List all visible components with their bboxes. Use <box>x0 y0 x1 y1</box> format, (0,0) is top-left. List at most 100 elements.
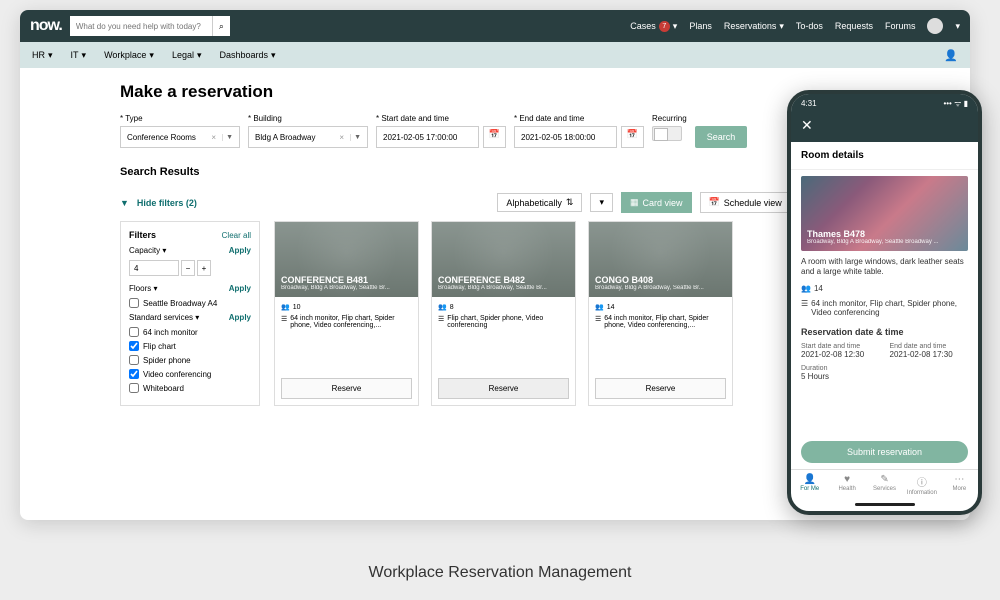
clear-all-link[interactable]: Clear all <box>222 231 251 240</box>
building-select[interactable]: Bldg A Broadway×▼ <box>248 126 368 148</box>
card-view-button[interactable]: ▦Card view <box>621 192 692 213</box>
tab-icon: ⋯ <box>954 474 964 485</box>
apply-capacity[interactable]: Apply <box>229 246 251 255</box>
service-option[interactable]: Whiteboard <box>129 383 251 393</box>
capacity-label[interactable]: Capacity ▾ <box>129 246 166 255</box>
results-toolbar: ▼ Hide filters (2) Alphabetically⇅ ▾ ▦Ca… <box>120 192 870 213</box>
sort-icon: ⇅ <box>566 197 574 208</box>
sub-nav: HR ▾ IT ▾ Workplace ▾ Legal ▾ Dashboards… <box>20 42 970 68</box>
search-button[interactable]: ⌕ <box>212 16 230 36</box>
back-button[interactable]: ✕ <box>791 113 978 142</box>
schedule-view-button[interactable]: 📅Schedule view <box>700 192 791 213</box>
service-option[interactable]: Flip chart <box>129 341 251 351</box>
search-reservations-button[interactable]: Search <box>695 126 748 148</box>
recurring-toggle[interactable] <box>652 126 682 141</box>
avatar-caret[interactable]: ▾ <box>955 21 960 32</box>
subnav-dashboards[interactable]: Dashboards ▾ <box>220 50 276 61</box>
subnav-workplace[interactable]: Workplace ▾ <box>104 50 154 61</box>
floor-option[interactable]: Seattle Broadway A4 <box>129 298 251 308</box>
search-input[interactable] <box>70 16 212 36</box>
clear-icon[interactable]: × <box>208 133 219 142</box>
services-label[interactable]: Standard services ▾ <box>129 313 199 322</box>
phone-tab[interactable]: ✎Services <box>866 474 903 496</box>
people-icon: 👥 <box>281 303 290 311</box>
plus-button[interactable]: + <box>197 260 211 276</box>
room-description: A room with large windows, dark leather … <box>801 257 968 278</box>
figure-caption: Workplace Reservation Management <box>0 564 1000 582</box>
card-capacity: 8 <box>450 304 454 311</box>
nav-requests[interactable]: Requests <box>835 21 873 31</box>
user-icon[interactable]: 👤 <box>944 49 958 62</box>
floors-label[interactable]: Floors ▾ <box>129 284 157 293</box>
tab-label: Services <box>873 486 896 492</box>
tab-label: Health <box>838 486 855 492</box>
phone-tab[interactable]: ⋯More <box>941 474 978 496</box>
reservation-form: Type Conference Rooms×▼ Building Bldg A … <box>120 114 870 148</box>
minus-button[interactable]: − <box>181 260 195 276</box>
phone-tab[interactable]: 👤For Me <box>791 474 828 496</box>
card-room-location: Broadway, Bldg A Broadway, Seattle Br... <box>438 285 569 291</box>
service-option[interactable]: Spider phone <box>129 355 251 365</box>
home-indicator <box>855 503 915 506</box>
nav-todos[interactable]: To-dos <box>796 21 823 31</box>
nav-reservations[interactable]: Reservations ▾ <box>724 21 784 32</box>
card-image: CONFERENCE B482Broadway, Bldg A Broadway… <box>432 222 575 297</box>
filters-title: Filters <box>129 230 156 240</box>
user-avatar[interactable] <box>927 18 943 34</box>
end-label: End date and time <box>890 343 969 350</box>
apply-services[interactable]: Apply <box>229 313 251 322</box>
nav-cases[interactable]: Cases7▾ <box>630 21 677 32</box>
hide-filters-link[interactable]: Hide filters (2) <box>137 198 197 208</box>
nav-forums[interactable]: Forums <box>885 21 916 31</box>
sort-dropdown[interactable]: ▾ <box>590 193 613 212</box>
service-option[interactable]: 64 inch monitor <box>129 327 251 337</box>
calendar-icon[interactable]: 📅 <box>621 126 644 148</box>
reserve-button[interactable]: Reserve <box>281 378 412 399</box>
start-input[interactable]: 2021-02-05 17:00:00 <box>376 126 479 148</box>
cases-badge: 7 <box>659 21 670 32</box>
tab-label: Information <box>907 490 937 496</box>
list-icon: ☰ <box>595 315 601 329</box>
card-room-name: CONFERENCE B482 <box>438 275 569 285</box>
sort-select[interactable]: Alphabetically⇅ <box>497 193 582 212</box>
start-label: Start date and time <box>376 114 506 123</box>
mobile-device: 4:31 ••• ᯤ ▮ ✕ Room details Thames B478 … <box>787 90 982 515</box>
subnav-hr[interactable]: HR ▾ <box>32 50 53 61</box>
room-card[interactable]: CONFERENCE B482Broadway, Bldg A Broadway… <box>431 221 576 406</box>
card-image: CONGO B408Broadway, Bldg A Broadway, Sea… <box>589 222 732 297</box>
recurring-label: Recurring <box>652 114 687 123</box>
nav-plans[interactable]: Plans <box>689 21 712 31</box>
status-icons: ••• ᯤ ▮ <box>943 98 968 109</box>
start-label: Start date and time <box>801 343 880 350</box>
capacity-stepper[interactable]: 4−+ <box>129 260 251 276</box>
calendar-icon[interactable]: 📅 <box>483 126 506 148</box>
phone-status-bar: 4:31 ••• ᯤ ▮ <box>791 94 978 113</box>
subnav-it[interactable]: IT ▾ <box>71 50 87 61</box>
service-option[interactable]: Video conferencing <box>129 369 251 379</box>
building-label: Building <box>248 114 368 123</box>
clear-icon[interactable]: × <box>336 133 347 142</box>
reserve-button[interactable]: Reserve <box>438 378 569 399</box>
tab-icon: 👤 <box>803 474 815 485</box>
type-select[interactable]: Conference Rooms×▼ <box>120 126 240 148</box>
card-equipment: Flip chart, Spider phone, Video conferen… <box>447 315 569 329</box>
apply-floors[interactable]: Apply <box>229 284 251 293</box>
results-area: Filters Clear all Capacity ▾ Apply 4−+ Flo… <box>120 221 870 406</box>
submit-reservation-button[interactable]: Submit reservation <box>801 441 968 463</box>
subnav-legal[interactable]: Legal ▾ <box>172 50 202 61</box>
global-search[interactable]: ⌕ <box>70 16 230 36</box>
card-room-location: Broadway, Bldg A Broadway, Seattle Br... <box>595 285 726 291</box>
card-room-name: CONGO B408 <box>595 275 726 285</box>
room-card[interactable]: CONGO B408Broadway, Bldg A Broadway, Sea… <box>588 221 733 406</box>
start-value: 2021-02-08 12:30 <box>801 350 880 359</box>
tab-label: More <box>952 486 966 492</box>
phone-tab[interactable]: ♥Health <box>828 474 865 496</box>
top-bar: now. ⌕ Cases7▾ Plans Reservations ▾ To-d… <box>20 10 970 42</box>
page-title: Make a reservation <box>120 82 870 102</box>
phone-tab[interactable]: ⓘInformation <box>903 474 940 496</box>
reserve-button[interactable]: Reserve <box>595 378 726 399</box>
list-icon: ☰ <box>438 315 444 329</box>
room-card[interactable]: CONFERENCE B481Broadway, Bldg A Broadway… <box>274 221 419 406</box>
end-input[interactable]: 2021-02-05 18:00:00 <box>514 126 617 148</box>
filter-icon: ▼ <box>120 198 129 208</box>
